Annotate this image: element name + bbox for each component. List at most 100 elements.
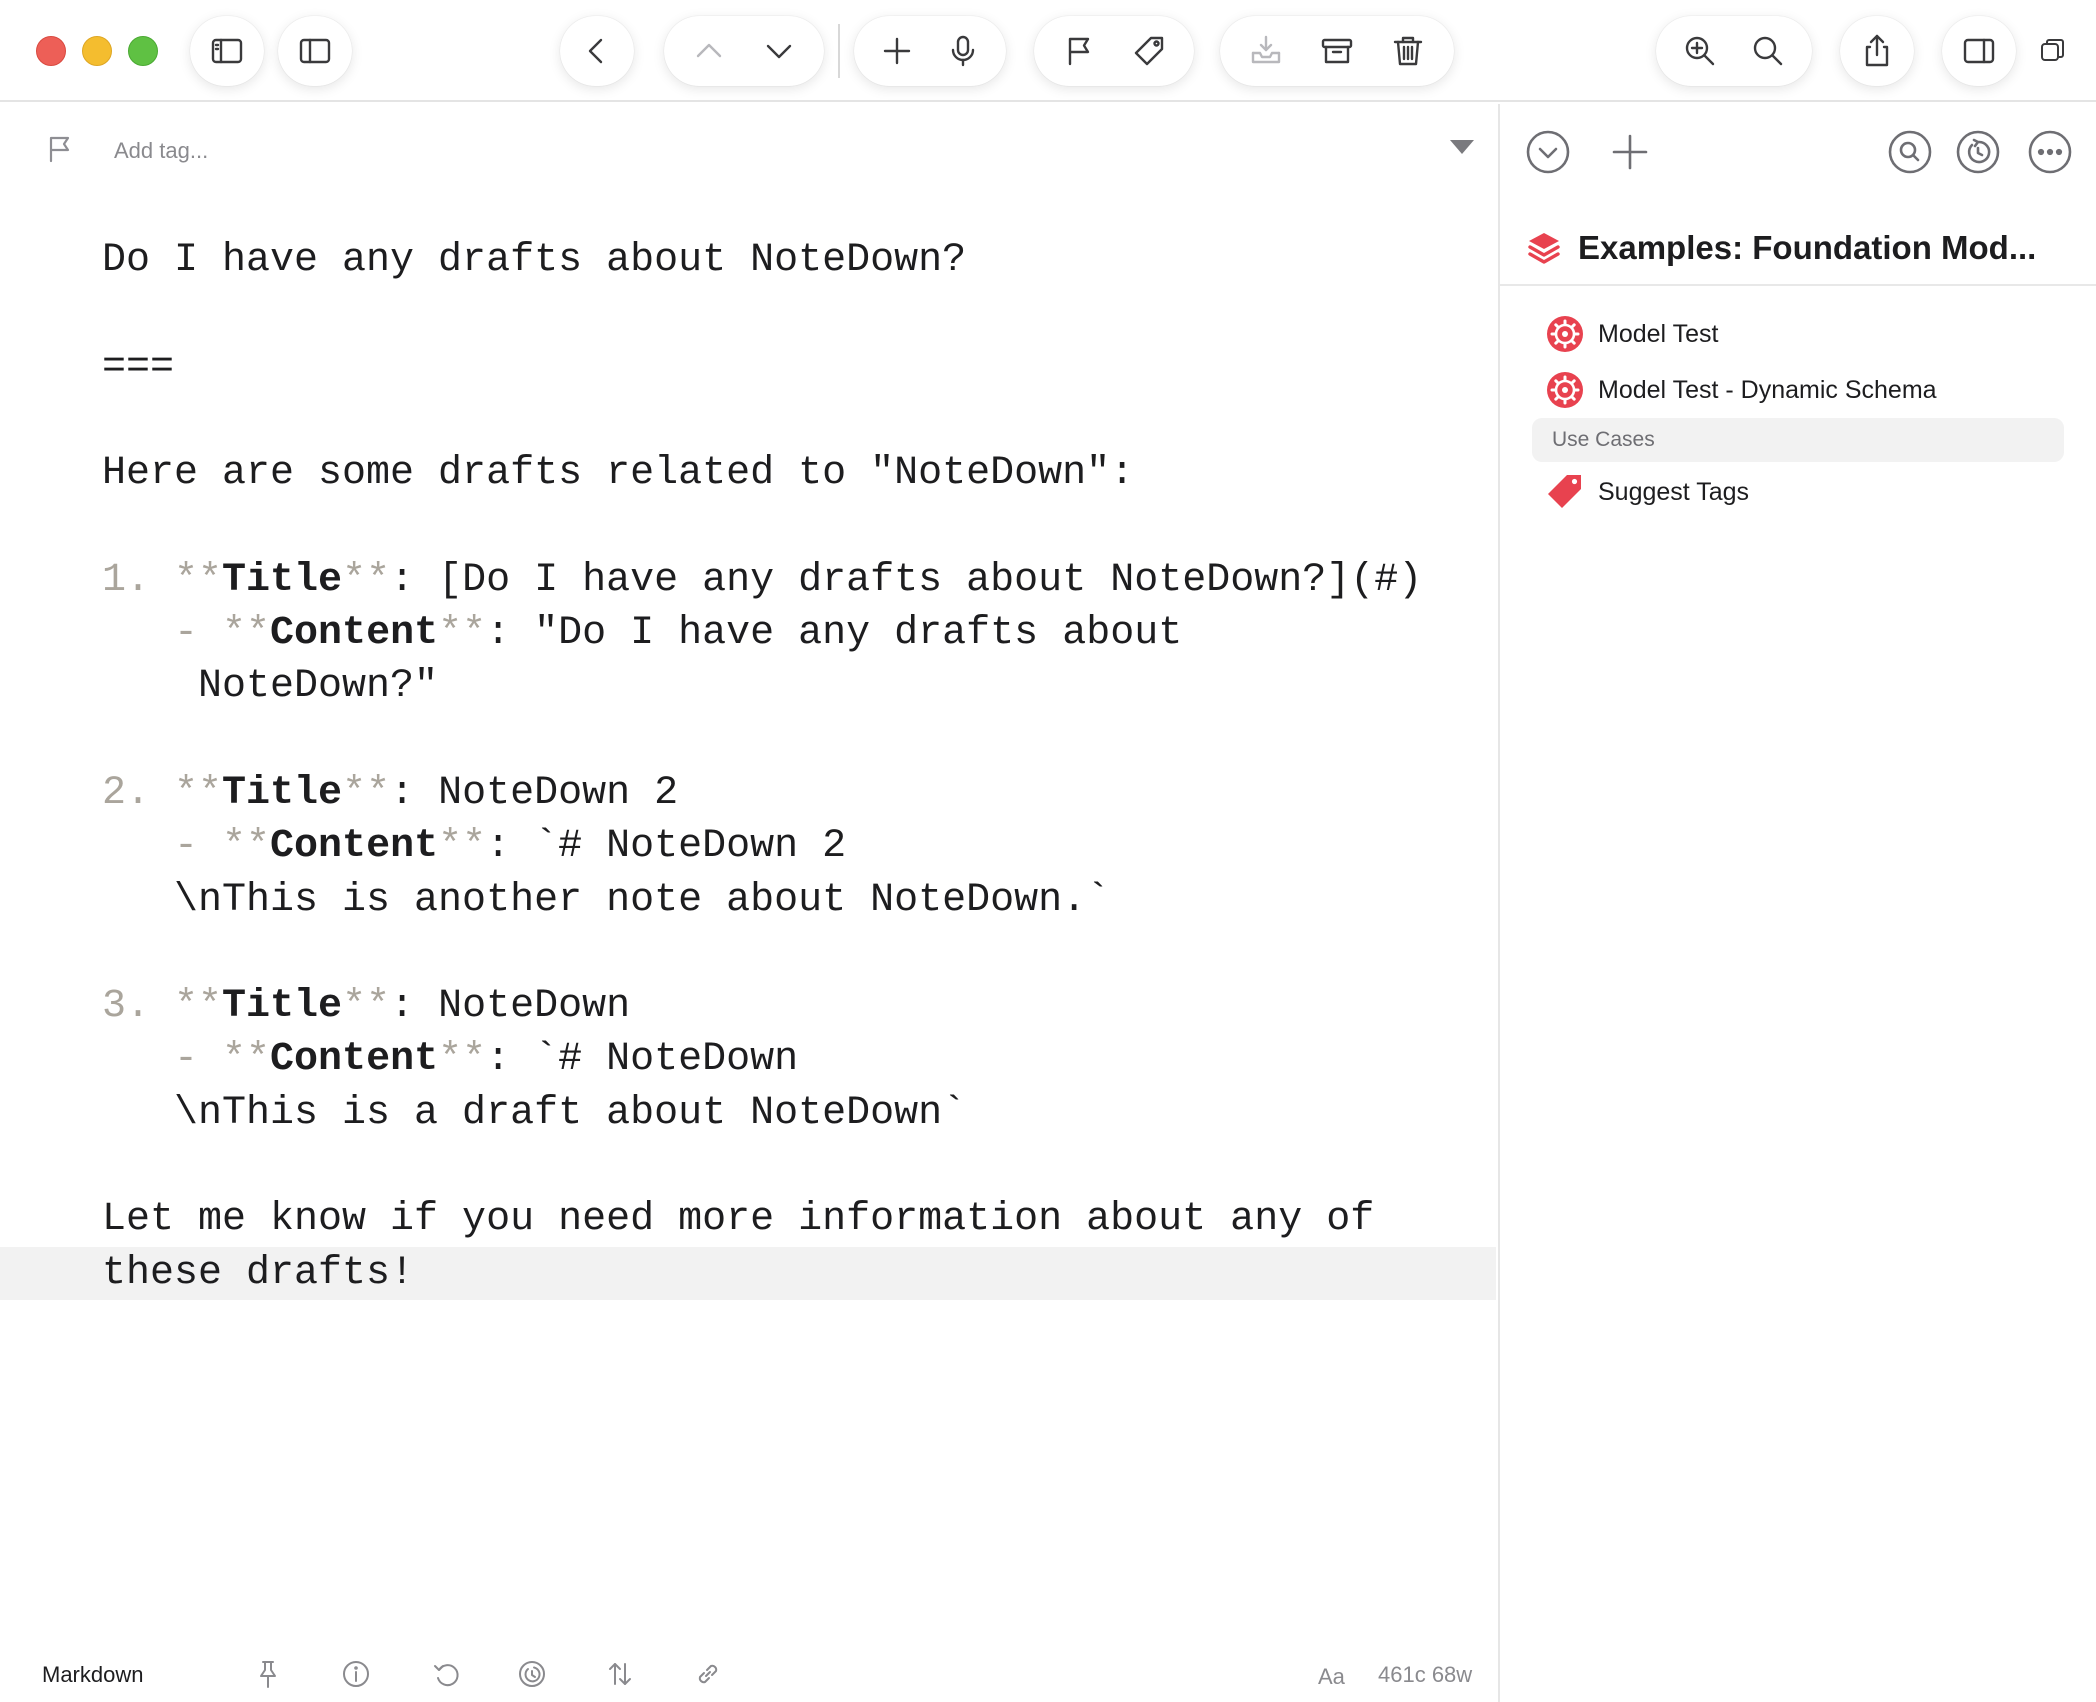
more-icon[interactable] [2026,128,2074,176]
draft-navigation-group [664,16,824,86]
text-line[interactable] [0,394,1496,447]
text-line[interactable]: 2. **Title**: NoteDown 2 [0,767,1496,820]
previous-draft-button[interactable] [677,23,741,79]
sidebar-right-icon [1952,23,2006,79]
bold-marker: ** [174,770,223,816]
action-suggest-tags[interactable]: Suggest Tags [1546,470,2066,514]
trash-icon [1394,36,1423,66]
font-settings-button[interactable]: Aa [1318,1664,1345,1690]
version-history-icon[interactable] [516,1658,548,1690]
text-line[interactable]: 1. **Title**: [Do I have any drafts abou… [0,554,1496,607]
line-text: NoteDown?" [102,664,439,710]
action-group-title: Examples: Foundation Mod... [1578,229,2037,266]
window-mode-button[interactable] [2038,36,2068,66]
tag-menu-caret-icon[interactable] [1450,140,1474,154]
back-button[interactable] [560,16,634,86]
text-line[interactable]: - **Content**: `# NoteDown [0,1033,1496,1086]
bold-label: Title [222,770,343,816]
dictate-button[interactable] [931,23,995,79]
move-to-inbox-button[interactable] [1234,23,1298,79]
action-log-icon[interactable] [1954,128,2002,176]
text-line[interactable] [0,287,1496,340]
line-text: : `# NoteDown [486,1037,799,1083]
text-line[interactable]: \nThis is a draft about NoteDown` [0,1087,1496,1140]
trash-button[interactable] [1376,23,1440,79]
line-text: Do I have any drafts about NoteDown? [102,238,967,283]
gear-icon [1547,316,1583,352]
line-text: these drafts! [102,1250,415,1296]
toggle-sidebar-button[interactable] [278,16,352,86]
arrange-icon[interactable] [604,1658,636,1690]
list-number: 3. [102,984,175,1030]
share-button[interactable] [1840,16,1914,86]
text-line[interactable]: - **Content**: `# NoteDown 2 [0,820,1496,873]
bold-label: Title [222,984,343,1030]
tag-button[interactable] [1117,23,1181,79]
text-line[interactable]: === [0,341,1496,394]
close-window-button[interactable] [36,36,66,66]
action-group-header[interactable]: Examples: Foundation Mod... [1524,224,2084,272]
magnifier-plus-icon [1685,36,1715,66]
search-button[interactable] [1736,23,1800,79]
chevron-down-icon [766,44,792,59]
toggle-action-panel-button[interactable] [1942,16,2016,86]
syntax-mode-label[interactable]: Markdown [42,1662,143,1688]
tag-icon [1548,475,1581,508]
list-number: 1. [102,557,175,603]
list-number: 2. [102,770,175,816]
minimize-window-button[interactable] [82,36,112,66]
text-line[interactable]: - **Content**: "Do I have any drafts abo… [0,607,1496,660]
bold-marker: ** [222,611,271,657]
current-line[interactable]: these drafts! [0,1246,1496,1300]
list-dash: - [174,1037,223,1083]
search-icon [1753,36,1783,66]
text-line[interactable] [0,1140,1496,1193]
section-header-label: Use Cases [1552,428,1655,451]
text-line[interactable]: \nThis is another note about NoteDown.` [0,874,1496,927]
text-line[interactable] [0,714,1496,767]
line-text: : `# NoteDown 2 [486,824,847,870]
text-line[interactable]: Do I have any drafts about NoteDown? [0,234,1496,287]
next-draft-button[interactable] [747,23,811,79]
text-line[interactable]: 3. **Title**: NoteDown [0,980,1496,1033]
link-icon[interactable] [692,1658,724,1690]
search-actions-icon[interactable] [1886,128,1934,176]
section-header-use-cases[interactable]: Use Cases [1532,418,2064,462]
add-tag-input[interactable] [114,134,714,168]
collapse-icon[interactable] [1524,128,1572,176]
text-line[interactable]: Here are some drafts related to "NoteDow… [0,447,1496,500]
text-line[interactable] [0,927,1496,980]
editor-footer: Markdown Aa 461c 68w [0,1644,1496,1702]
line-text: === [102,344,175,390]
new-draft-button[interactable] [865,23,929,79]
action-model-test-dynamic-schema[interactable]: Model Test - Dynamic Schema [1546,368,2066,412]
text-line[interactable]: Let me know if you need more information… [0,1193,1496,1246]
flag-icon[interactable] [44,134,74,164]
bold-marker: ** [342,557,391,603]
chevron-left-icon [570,23,624,79]
toggle-drafts-list-button[interactable] [190,16,264,86]
info-icon[interactable] [340,1658,372,1690]
create-group [854,16,1006,86]
divider [1500,284,2096,286]
flag-button[interactable] [1047,23,1111,79]
bold-label: Title [222,557,343,603]
draft-text[interactable]: Do I have any drafts about NoteDown? === H… [0,234,1496,1300]
text-line[interactable] [0,500,1496,553]
action-model-test[interactable]: Model Test [1546,312,2066,356]
sidebar-left-icon [200,23,254,79]
undo-icon[interactable] [430,1658,462,1690]
bold-marker: ** [174,984,223,1030]
text-line[interactable]: NoteDown?" [0,660,1496,713]
plus-icon[interactable] [1606,128,1654,176]
line-text: Here are some drafts related to "NoteDow… [102,451,1135,497]
line-text: \nThis is a draft about NoteDown` [102,1090,967,1136]
archive-button[interactable] [1305,23,1369,79]
zoom-in-button[interactable] [1668,23,1732,79]
bold-marker: ** [222,824,271,870]
pin-icon[interactable] [252,1658,284,1690]
line-text: : "Do I have any drafts about [486,611,1183,657]
layers-icon [1528,233,1560,264]
zoom-window-button[interactable] [128,36,158,66]
